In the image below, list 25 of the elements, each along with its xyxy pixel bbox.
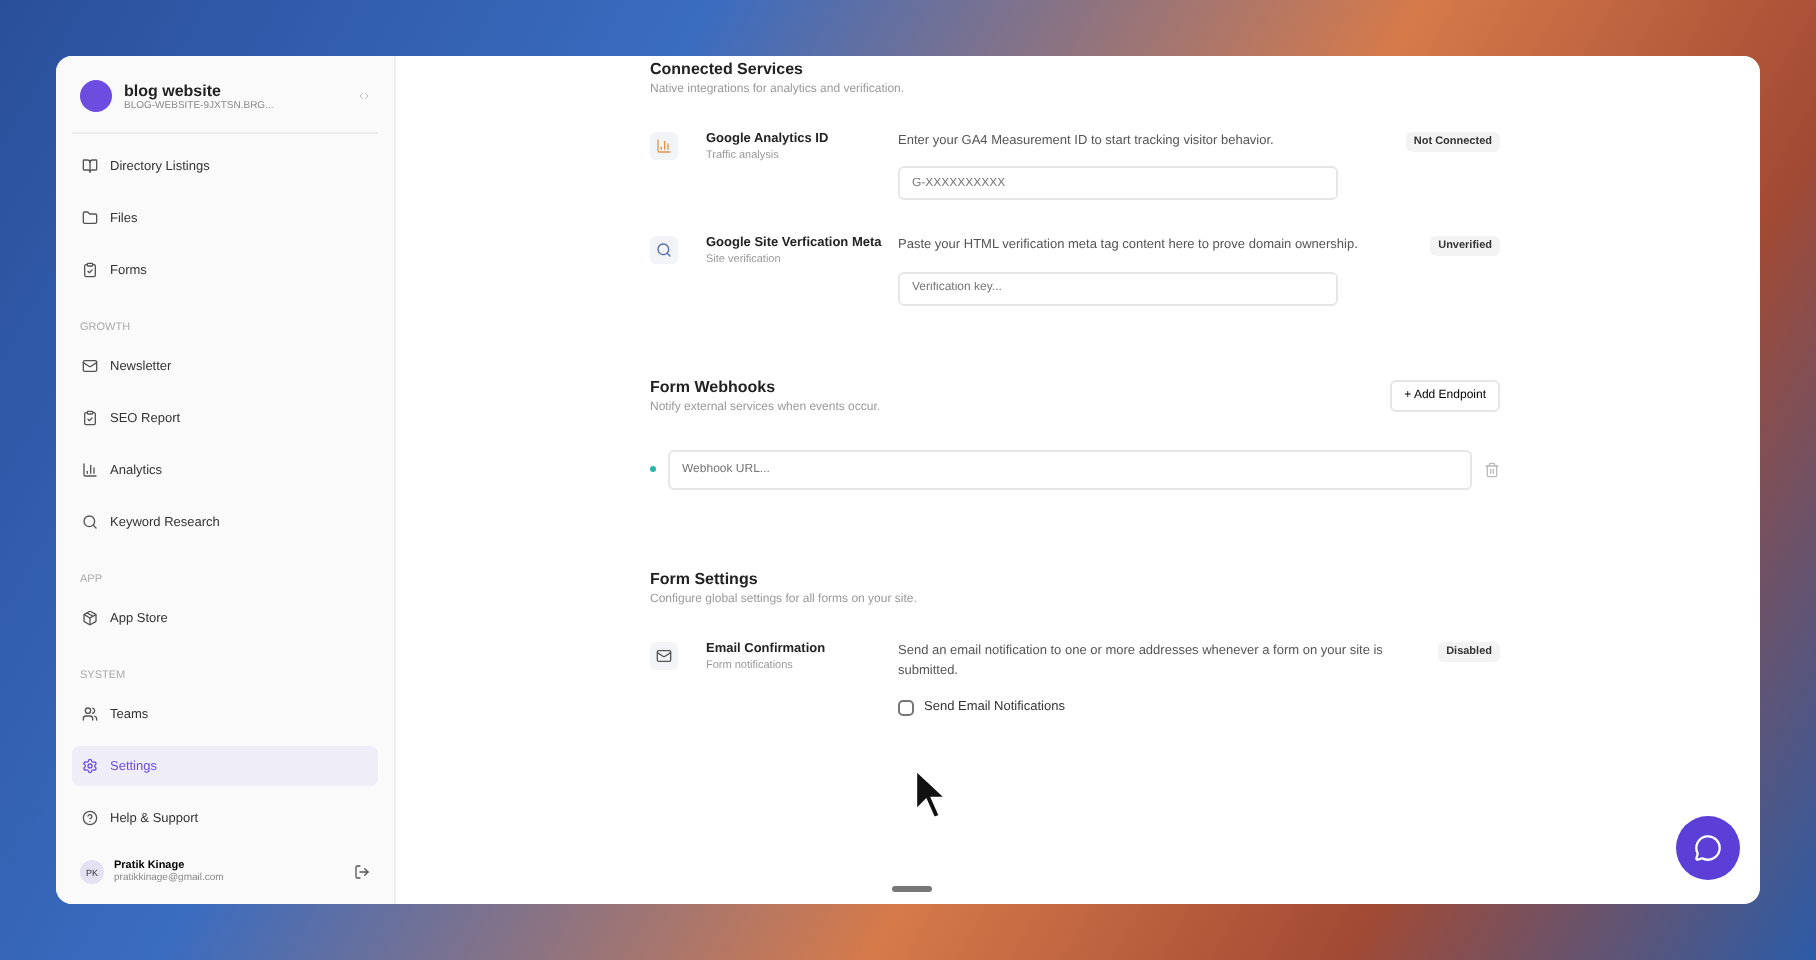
workspace-name: blog website (124, 81, 223, 99)
search-icon (82, 514, 98, 530)
package-icon (82, 610, 98, 626)
book-icon (82, 158, 98, 174)
mail-icon (656, 647, 672, 664)
drag-handle[interactable] (892, 886, 932, 892)
clipboard-icon (82, 262, 98, 278)
section-title: Form Settings (650, 569, 760, 588)
mail-icon (82, 358, 98, 374)
clipboard-icon (82, 410, 98, 426)
help-icon (82, 810, 98, 826)
folder-icon (82, 210, 98, 226)
section-title: Connected Services (650, 60, 805, 78)
settings-icon (82, 758, 98, 774)
chat-button[interactable] (1676, 816, 1740, 880)
section-title: Form Webhooks (650, 377, 778, 396)
workspace-logo-icon (80, 80, 112, 112)
search-icon (656, 242, 672, 259)
status-dot-icon (650, 466, 656, 473)
logout-icon[interactable] (354, 864, 370, 880)
chat-icon (1694, 834, 1722, 862)
bar-chart-icon (82, 462, 98, 478)
users-icon (82, 706, 98, 722)
checkbox[interactable] (898, 699, 914, 716)
bar-chart-icon (656, 138, 672, 154)
